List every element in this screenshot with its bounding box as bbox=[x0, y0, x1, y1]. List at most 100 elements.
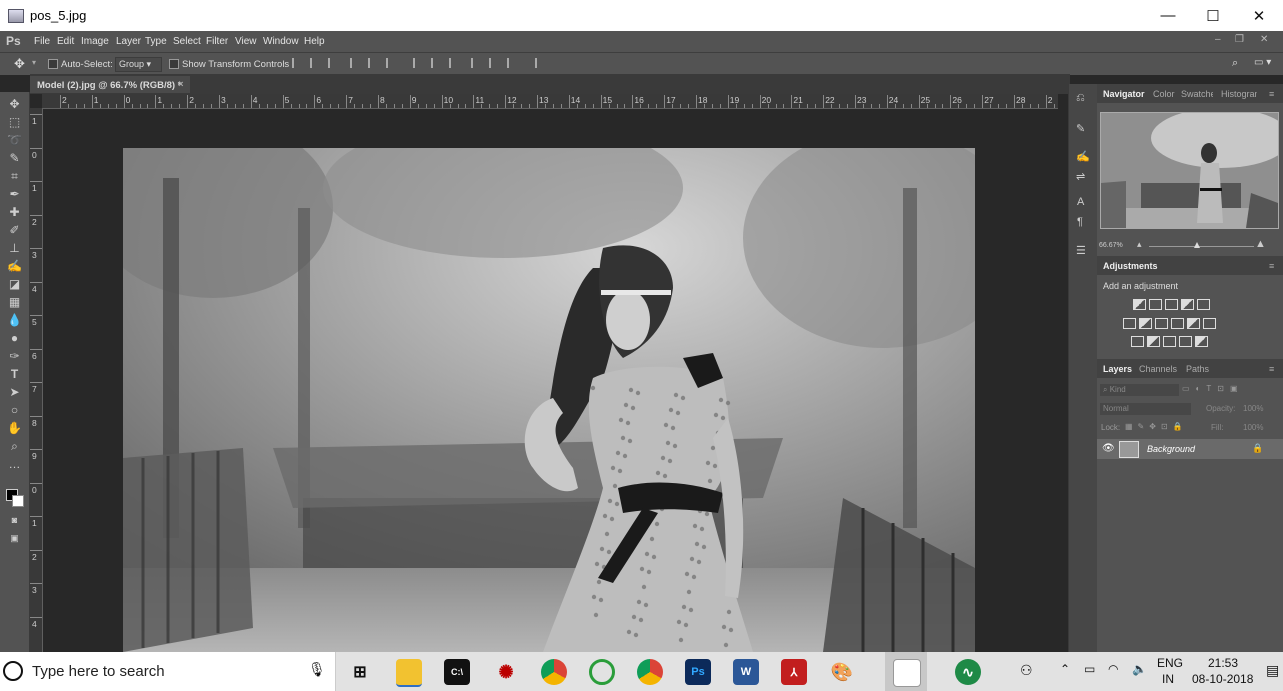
transform-controls-checkbox[interactable] bbox=[169, 59, 179, 69]
doc-close-icon[interactable]: ✕ bbox=[1260, 34, 1268, 45]
wifi-icon[interactable]: ◠ bbox=[1108, 662, 1118, 676]
tab-swatches[interactable]: Swatches bbox=[1181, 89, 1213, 99]
dodge-tool-icon[interactable]: ● bbox=[7, 331, 22, 346]
pen-tool-icon[interactable]: ✑ bbox=[7, 349, 22, 364]
file-explorer-icon[interactable] bbox=[396, 659, 422, 687]
quick-mask-icon[interactable]: ◙ bbox=[7, 513, 22, 528]
zoom-slider-track[interactable] bbox=[1149, 246, 1254, 247]
hand-tool-icon[interactable]: ✋ bbox=[7, 421, 22, 436]
menu-type[interactable]: Type bbox=[145, 36, 167, 47]
doc-minimize-icon[interactable]: – bbox=[1215, 34, 1221, 45]
document-tab[interactable]: Model (2).jpg @ 66.7% (RGB/8) * × bbox=[30, 76, 190, 93]
green-app-icon[interactable] bbox=[589, 659, 615, 685]
zoom-out-icon[interactable]: ▴ bbox=[1137, 239, 1142, 250]
eraser-tool-icon[interactable]: ◪ bbox=[7, 277, 22, 292]
menu-window[interactable]: Window bbox=[263, 36, 299, 47]
history-icon[interactable]: ⎌ bbox=[1076, 92, 1085, 105]
terminal-icon[interactable]: C:\ bbox=[444, 659, 470, 685]
layer-row-background[interactable]: 👁 Background 🔒 bbox=[1097, 439, 1283, 459]
distribute-hcenter-icon[interactable] bbox=[489, 58, 499, 68]
eye-icon[interactable]: 👁 bbox=[1102, 443, 1115, 454]
distribute-top-icon[interactable] bbox=[413, 58, 423, 68]
color-balance-adjustment-icon[interactable] bbox=[1139, 318, 1152, 329]
history-brush-tool-icon[interactable]: ✍ bbox=[7, 259, 22, 274]
align-vcenter-icon[interactable] bbox=[310, 58, 320, 68]
battery-icon[interactable]: ▭ bbox=[1084, 662, 1095, 676]
align-hcenter-icon[interactable] bbox=[368, 58, 378, 68]
panel-menu-icon[interactable]: ≡ bbox=[1269, 364, 1274, 374]
tab-color[interactable]: Color bbox=[1153, 89, 1175, 99]
more-tools-icon[interactable]: … bbox=[7, 457, 22, 472]
background-color-swatch[interactable] bbox=[12, 495, 24, 507]
distribute-right-icon[interactable] bbox=[507, 58, 517, 68]
navigator-thumbnail[interactable] bbox=[1100, 112, 1279, 229]
curves-adjustment-icon[interactable] bbox=[1165, 299, 1178, 310]
notes-icon[interactable] bbox=[893, 659, 921, 687]
menu-help[interactable]: Help bbox=[304, 36, 325, 47]
lock-icon[interactable]: 🔒 bbox=[1252, 443, 1263, 454]
path-select-tool-icon[interactable]: ➤ bbox=[7, 385, 22, 400]
move-tool-icon[interactable]: ✥ bbox=[7, 97, 22, 112]
auto-select-dropdown[interactable]: Group ▾ bbox=[115, 57, 162, 72]
chrome-icon[interactable] bbox=[637, 659, 663, 685]
panel-menu-icon[interactable]: ≡ bbox=[1269, 89, 1274, 99]
people-icon[interactable]: ⚇ bbox=[1020, 662, 1033, 679]
threshold-adjustment-icon[interactable] bbox=[1163, 336, 1176, 347]
menu-file[interactable]: File bbox=[34, 36, 50, 47]
opacity-value[interactable]: 100% bbox=[1243, 404, 1263, 413]
document-tab-close[interactable]: × bbox=[178, 79, 184, 90]
healing-brush-tool-icon[interactable]: ✚ bbox=[7, 205, 22, 220]
microphone-icon[interactable]: 🎙 bbox=[308, 661, 326, 678]
maximize-button[interactable]: ☐ bbox=[1190, 0, 1236, 31]
vibrance-adjustment-icon[interactable] bbox=[1197, 299, 1210, 310]
tab-paths[interactable]: Paths bbox=[1186, 364, 1209, 374]
clone-stamp-tool-icon[interactable]: ⊥ bbox=[7, 241, 22, 256]
tab-layers[interactable]: Layers bbox=[1103, 364, 1132, 374]
photoshop-icon[interactable]: Ps bbox=[685, 659, 711, 685]
blur-tool-icon[interactable]: 💧 bbox=[7, 313, 22, 328]
hue-sat-adjustment-icon[interactable] bbox=[1123, 318, 1136, 329]
brightness-adjustment-icon[interactable] bbox=[1133, 299, 1146, 310]
align-left-icon[interactable] bbox=[350, 58, 360, 68]
layer-kind-filter[interactable]: ⌕ Kind bbox=[1100, 384, 1179, 396]
layer-filter-icons[interactable]: ▭◐T⊡▣ bbox=[1182, 384, 1244, 393]
color-lookup-adjustment-icon[interactable] bbox=[1203, 318, 1216, 329]
search-icon[interactable]: ⌕ bbox=[1232, 57, 1238, 70]
activity-monitor-icon[interactable]: ∿ bbox=[955, 659, 981, 685]
black-white-adjustment-icon[interactable] bbox=[1155, 318, 1168, 329]
invert-adjustment-icon[interactable] bbox=[1131, 336, 1144, 347]
distribute-bottom-icon[interactable] bbox=[449, 58, 459, 68]
menu-edit[interactable]: Edit bbox=[57, 36, 74, 47]
chrome-icon[interactable] bbox=[541, 659, 567, 685]
zoom-tool-icon[interactable]: ⌕ bbox=[7, 439, 22, 454]
notification-icon[interactable]: ▤ bbox=[1266, 662, 1279, 679]
adjustments-title[interactable]: Adjustments bbox=[1103, 261, 1158, 271]
marquee-tool-icon[interactable]: ⬚ bbox=[7, 115, 22, 130]
eyedropper-tool-icon[interactable]: ✒ bbox=[7, 187, 22, 202]
taskbar-search[interactable]: Type here to search 🎙 bbox=[0, 652, 336, 691]
minimize-button[interactable]: — bbox=[1145, 0, 1191, 31]
screen-mode-icon[interactable]: ▣ bbox=[7, 531, 22, 546]
doc-restore-icon[interactable]: ❐ bbox=[1235, 34, 1244, 45]
align-right-icon[interactable] bbox=[386, 58, 396, 68]
acrobat-icon[interactable]: ⅄ bbox=[781, 659, 807, 685]
photo-filter-adjustment-icon[interactable] bbox=[1171, 318, 1184, 329]
properties-icon[interactable]: ☰ bbox=[1076, 244, 1086, 257]
shape-tool-icon[interactable]: ○ bbox=[7, 403, 22, 418]
crop-tool-icon[interactable]: ⌗ bbox=[7, 169, 22, 184]
quick-select-tool-icon[interactable]: ✎ bbox=[7, 151, 22, 166]
volume-icon[interactable]: 🔈 bbox=[1132, 662, 1147, 676]
close-button[interactable]: ✕ bbox=[1236, 0, 1282, 31]
menu-filter[interactable]: Filter bbox=[206, 36, 228, 47]
distribute-vcenter-icon[interactable] bbox=[431, 58, 441, 68]
channel-mixer-adjustment-icon[interactable] bbox=[1187, 318, 1200, 329]
align-top-icon[interactable] bbox=[292, 58, 302, 68]
language-label[interactable]: ENG bbox=[1157, 656, 1183, 670]
move-tool-icon[interactable]: ✥ bbox=[14, 56, 25, 72]
clock-date[interactable]: 08-10-2018 bbox=[1192, 672, 1253, 686]
navigator-zoom-value[interactable]: 66.67% bbox=[1099, 242, 1123, 249]
zoom-slider-handle[interactable] bbox=[1194, 242, 1200, 248]
chevron-up-icon[interactable]: ⌃ bbox=[1060, 662, 1070, 676]
task-view-icon[interactable]: ⊞ bbox=[347, 659, 373, 685]
menu-view[interactable]: View bbox=[235, 36, 257, 47]
